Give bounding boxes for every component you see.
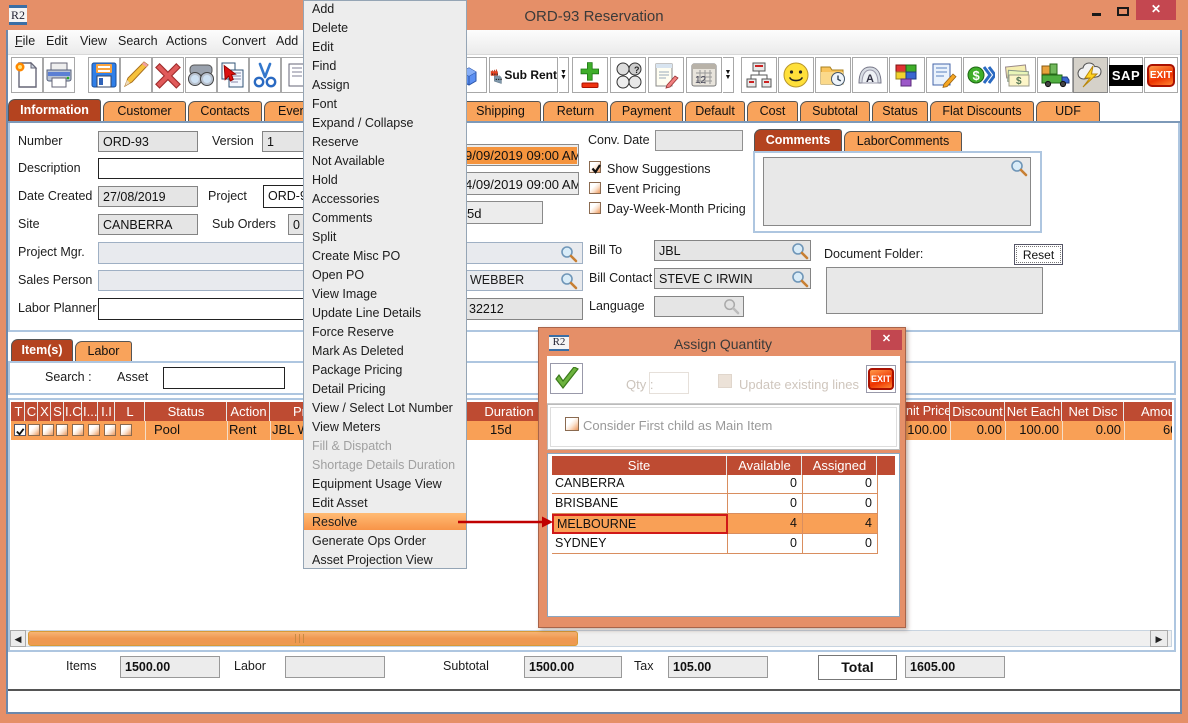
svg-text:?: ? [634, 65, 640, 75]
svg-text:A: A [866, 73, 874, 85]
svg-text:$: $ [1016, 76, 1022, 87]
svg-text:$: $ [973, 68, 981, 83]
svg-text:12: 12 [695, 75, 707, 86]
